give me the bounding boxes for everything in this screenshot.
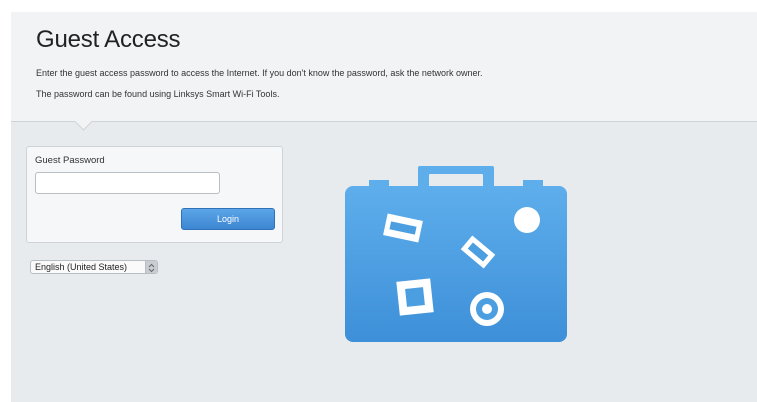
language-select[interactable]: English (United States) [30,260,158,274]
guest-password-input[interactable] [35,172,220,194]
page-frame: Guest Access Enter the guest access pass… [11,12,757,402]
page-description-line2: The password can be found using Linksys … [36,89,280,99]
guest-password-label: Guest Password [35,155,105,166]
language-selected-value: English (United States) [35,262,128,272]
page-title: Guest Access [36,26,181,53]
page-header: Guest Access Enter the guest access pass… [11,12,757,122]
page-description-line1: Enter the guest access password to acces… [36,68,483,78]
login-panel: Guest Password Login [26,146,283,243]
login-button[interactable]: Login [181,208,275,230]
select-arrows-icon [145,261,157,273]
suitcase-icon [345,166,567,349]
